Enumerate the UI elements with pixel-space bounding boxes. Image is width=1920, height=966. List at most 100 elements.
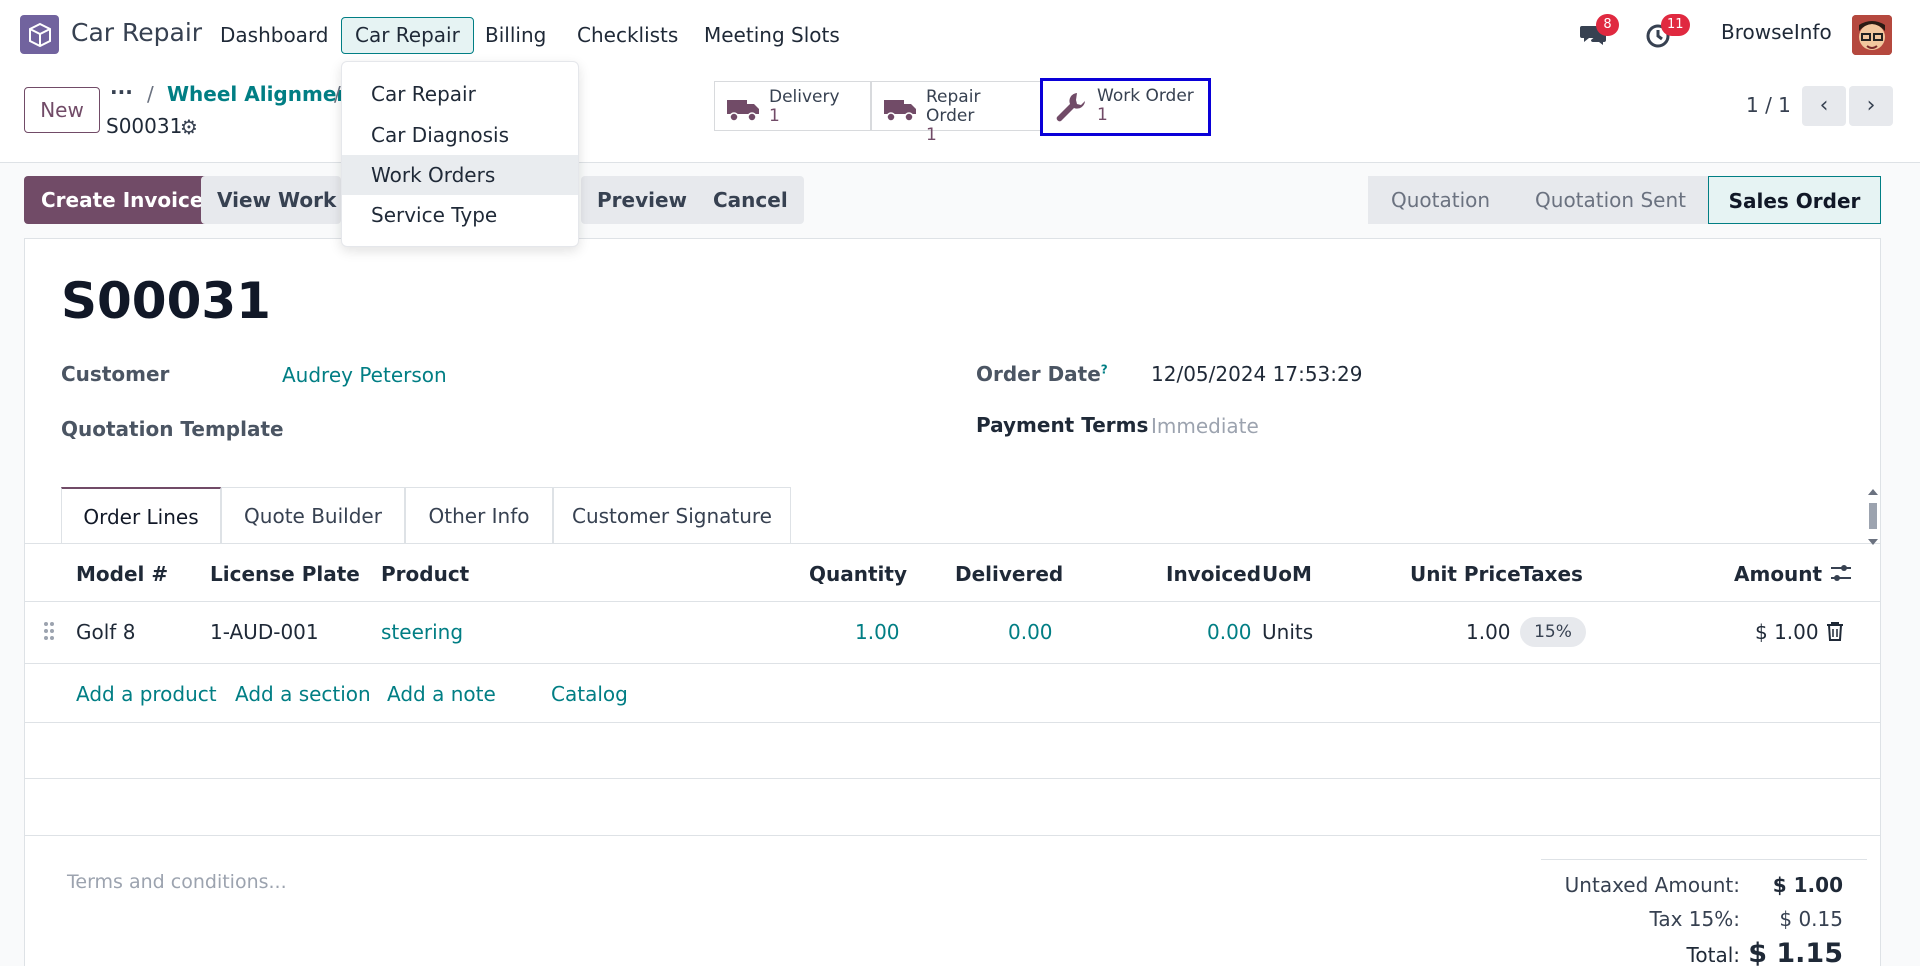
drag-handle-icon[interactable] [43, 621, 55, 645]
pager-previous-button[interactable]: ‹ [1802, 86, 1846, 126]
customer-label: Customer [61, 362, 170, 386]
catalog-button[interactable]: Catalog [551, 682, 628, 706]
column-header-model[interactable]: Model # [76, 562, 168, 586]
help-icon[interactable]: ? [1101, 362, 1108, 376]
column-header-amount[interactable]: Amount [1734, 562, 1822, 586]
delivery-label: Delivery [769, 87, 840, 107]
work-order-smart-button[interactable]: Work Order 1 [1040, 78, 1211, 136]
divider [1541, 859, 1867, 860]
column-header-uom[interactable]: UoM [1262, 562, 1312, 586]
column-header-quantity[interactable]: Quantity [809, 562, 907, 586]
work-order-label: Work Order [1097, 86, 1194, 106]
preview-button[interactable]: Preview [581, 176, 704, 224]
app-logo-icon[interactable] [20, 15, 59, 54]
add-product-link[interactable]: Add a product [76, 682, 217, 706]
activities-badge: 11 [1661, 14, 1690, 36]
menu-checklists[interactable]: Checklists [563, 17, 692, 54]
customer-field[interactable]: Audrey Peterson [282, 363, 447, 387]
breadcrumb-wheel-alignment[interactable]: Wheel Alignment [167, 82, 360, 106]
breadcrumb-separator: / [147, 82, 154, 106]
tab-order-lines[interactable]: Order Lines [61, 487, 221, 544]
scrollbar[interactable] [1866, 487, 1880, 547]
cell-unit-price[interactable]: 1.00 [1466, 620, 1511, 644]
page-title: S00031 [61, 272, 271, 330]
add-section-link[interactable]: Add a section [235, 682, 371, 706]
stage-sales-order[interactable]: Sales Order [1708, 176, 1881, 224]
divider [24, 543, 1881, 544]
breadcrumb-more[interactable]: ··· [110, 80, 133, 104]
column-header-product[interactable]: Product [381, 562, 469, 586]
cell-amount: $ 1.00 [1755, 620, 1819, 644]
tax-value: $ 0.15 [1779, 907, 1843, 931]
menu-item-car-diagnosis[interactable]: Car Diagnosis [342, 115, 578, 155]
column-header-unit-price[interactable]: Unit Price [1410, 562, 1521, 586]
delivery-count: 1 [769, 106, 780, 126]
cell-invoiced[interactable]: 0.00 [1207, 620, 1252, 644]
divider [24, 663, 1881, 664]
gear-icon[interactable]: ⚙ [180, 115, 198, 139]
user-avatar[interactable] [1852, 15, 1892, 55]
add-note-link[interactable]: Add a note [387, 682, 496, 706]
cell-model[interactable]: Golf 8 [76, 620, 135, 644]
record-name: S00031 [106, 114, 183, 138]
tab-customer-signature[interactable]: Customer Signature [553, 487, 791, 544]
chevron-left-icon: ‹ [1819, 93, 1829, 118]
menu-item-service-type[interactable]: Service Type [342, 195, 578, 235]
tab-other-info[interactable]: Other Info [405, 487, 553, 544]
tab-quote-builder[interactable]: Quote Builder [221, 487, 405, 544]
divider [24, 778, 1881, 779]
tax-label: Tax 15%: [1649, 907, 1740, 931]
menu-item-car-repair[interactable]: Car Repair [342, 74, 578, 114]
pager-value[interactable]: 1 / 1 [1746, 93, 1791, 117]
view-work-order-button[interactable]: View Work O [201, 176, 341, 224]
truck-icon [725, 90, 761, 126]
cancel-button[interactable]: Cancel [697, 176, 804, 224]
repair-order-smart-button[interactable]: Repair Order 1 [871, 81, 1041, 145]
delivery-smart-button[interactable]: Delivery 1 [714, 81, 871, 131]
cell-uom[interactable]: Units [1262, 620, 1313, 644]
column-header-invoiced[interactable]: Invoiced [1166, 562, 1261, 586]
menu-item-work-orders[interactable]: Work Orders [342, 155, 578, 195]
repair-order-count: 1 [926, 125, 937, 145]
new-button[interactable]: New [24, 87, 100, 133]
payment-terms-label: Payment Terms [976, 413, 1149, 437]
messages-badge: 8 [1596, 14, 1619, 36]
menu-meeting-slots[interactable]: Meeting Slots [690, 17, 854, 54]
cell-delivered[interactable]: 0.00 [1008, 620, 1053, 644]
order-date-label: Order Date? [976, 362, 1108, 386]
column-header-delivered[interactable]: Delivered [955, 562, 1063, 586]
untaxed-amount-label: Untaxed Amount: [1564, 873, 1740, 897]
activities-icon[interactable]: 11 [1645, 14, 1690, 50]
company-switcher[interactable]: BrowseInfo [1721, 20, 1832, 44]
untaxed-amount-value: $ 1.00 [1772, 873, 1843, 897]
column-settings-icon[interactable] [1829, 563, 1853, 587]
truck-icon [882, 90, 918, 126]
tax-badge[interactable]: 15% [1520, 617, 1586, 647]
trash-icon[interactable] [1826, 621, 1844, 645]
stage-quotation-sent[interactable]: Quotation Sent [1513, 176, 1708, 224]
wrench-icon [1053, 89, 1089, 125]
cell-product[interactable]: steering [381, 620, 463, 644]
menu-car-repair[interactable]: Car Repair [341, 17, 474, 54]
payment-terms-field[interactable]: Immediate [1151, 414, 1259, 438]
repair-order-label: Repair Order [926, 87, 981, 126]
messages-icon[interactable]: 8 [1578, 14, 1619, 50]
cell-license-plate[interactable]: 1-AUD-001 [210, 620, 319, 644]
terms-and-conditions-field[interactable]: Terms and conditions... [67, 871, 287, 893]
column-header-taxes[interactable]: Taxes [1520, 562, 1583, 586]
create-invoice-button[interactable]: Create Invoice [24, 176, 221, 224]
app-name[interactable]: Car Repair [71, 18, 202, 47]
breadcrumb-separator: / [334, 82, 341, 106]
stage-quotation[interactable]: Quotation [1368, 176, 1513, 224]
car-repair-dropdown-menu: Car Repair Car Diagnosis Work Orders Ser… [341, 61, 579, 247]
divider [24, 722, 1881, 723]
menu-billing[interactable]: Billing [471, 17, 560, 54]
cell-quantity[interactable]: 1.00 [855, 620, 900, 644]
menu-dashboard[interactable]: Dashboard [206, 17, 343, 54]
order-date-field[interactable]: 12/05/2024 17:53:29 [1151, 362, 1362, 386]
divider [24, 835, 1881, 836]
column-header-license-plate[interactable]: License Plate [210, 562, 360, 586]
work-order-count: 1 [1097, 105, 1108, 125]
pager-next-button[interactable]: › [1849, 86, 1893, 126]
top-navbar: Car Repair Dashboard Car Repair Billing … [0, 0, 1920, 68]
